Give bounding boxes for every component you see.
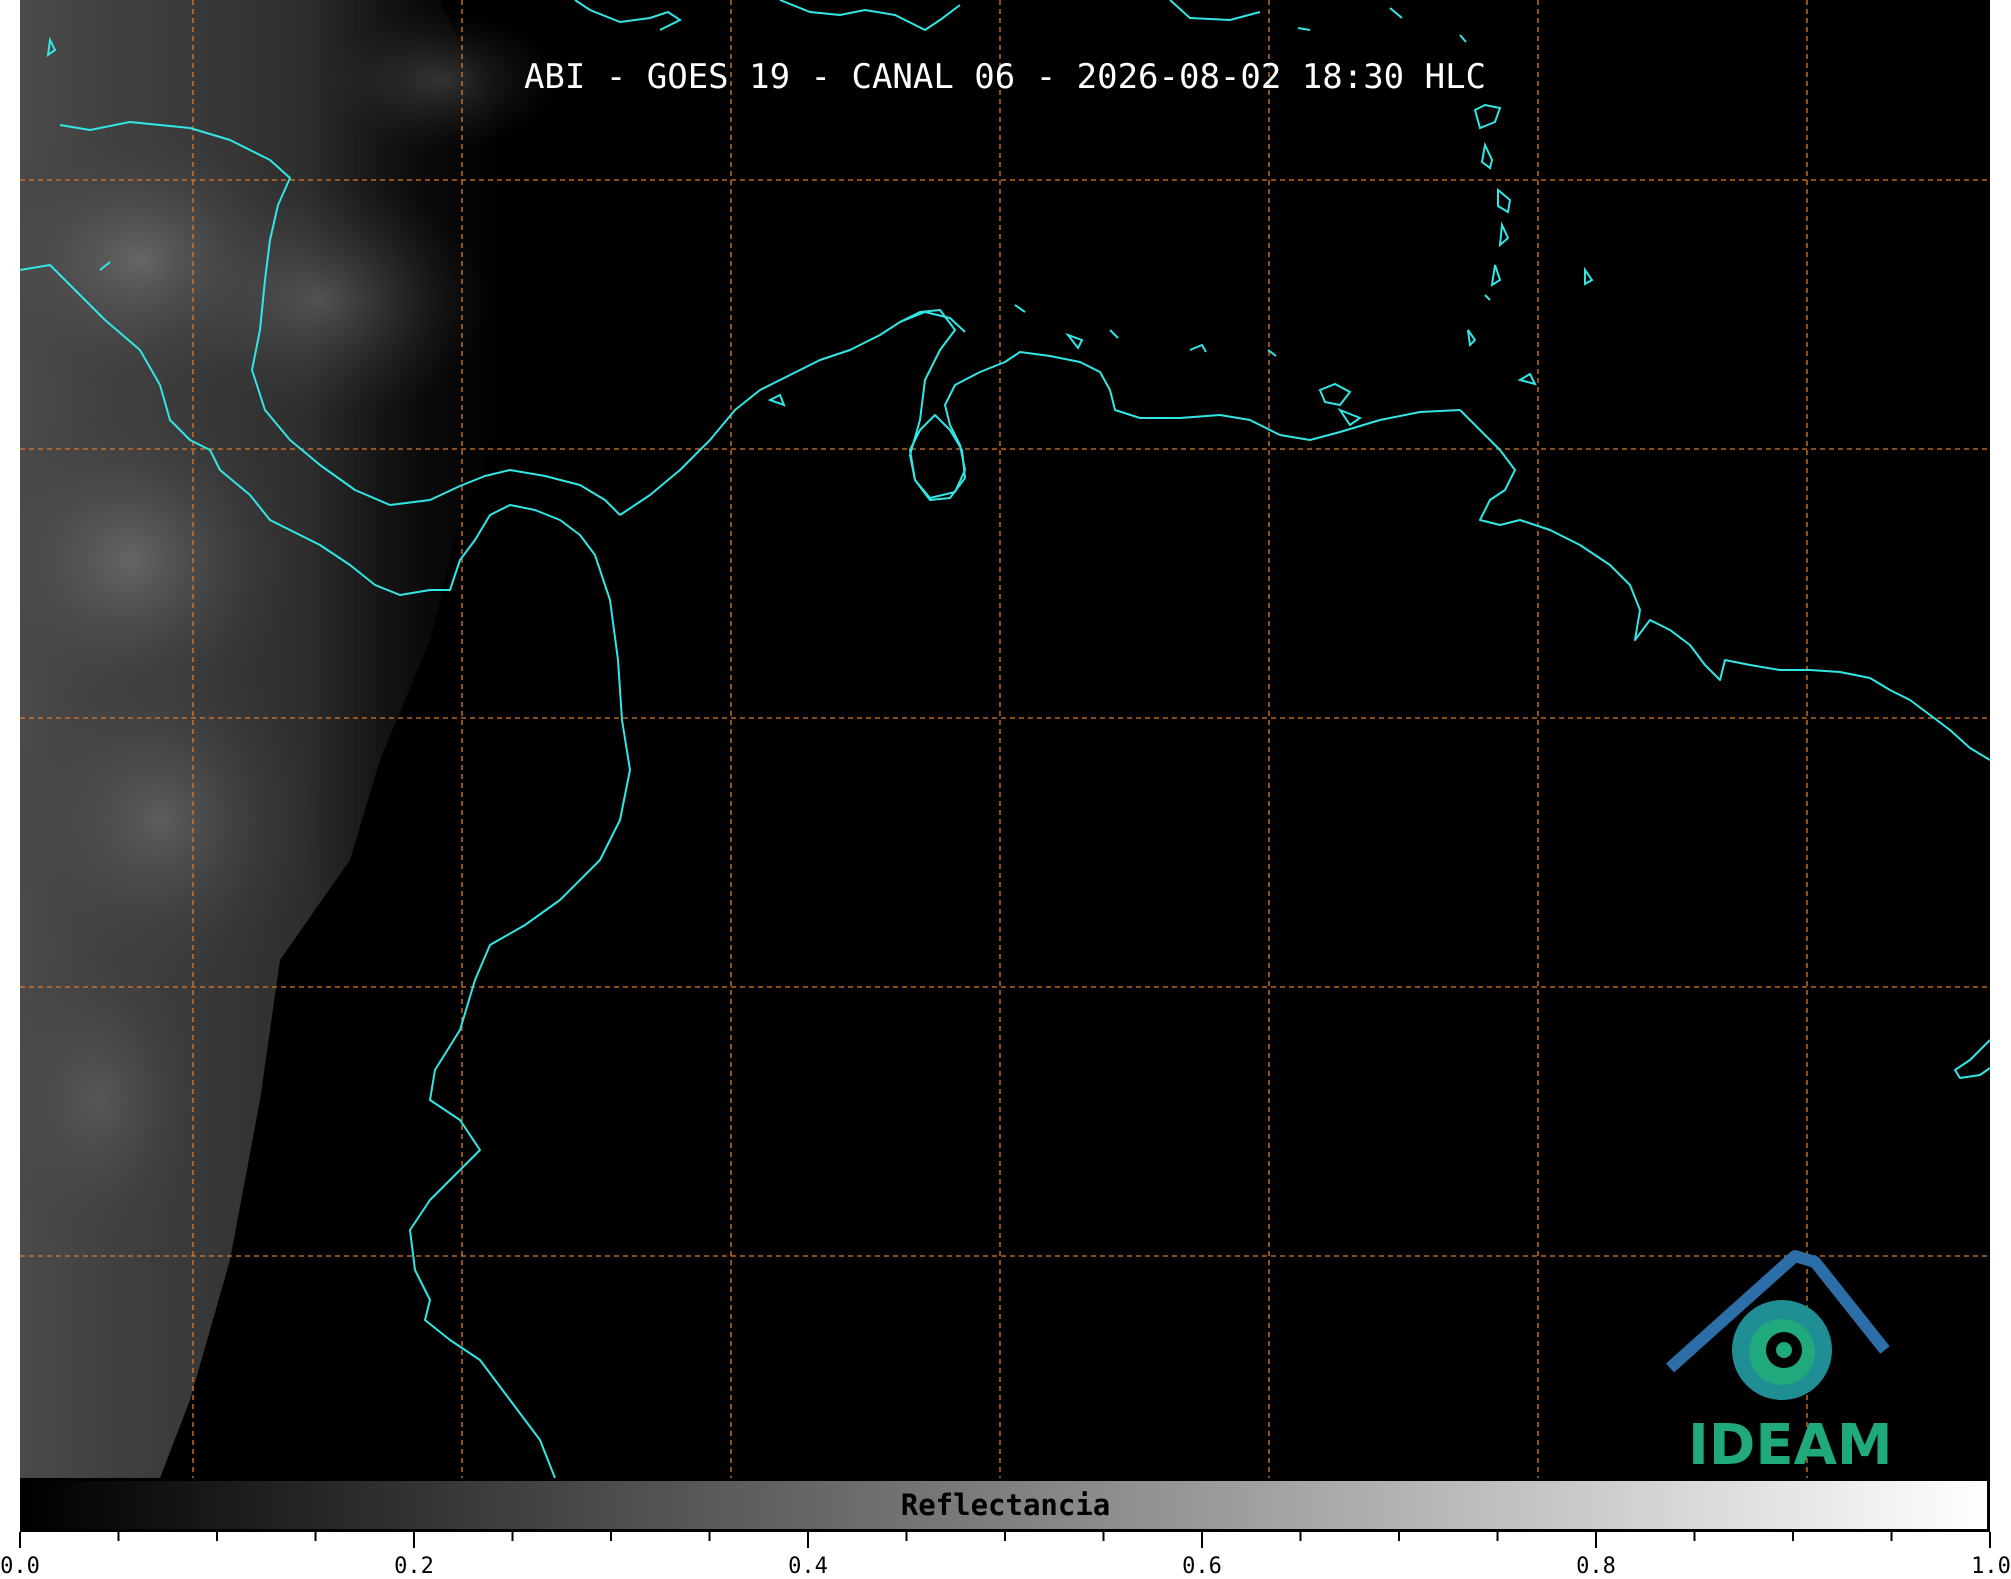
colorbar-tick-label: 0.6 <box>1182 1554 1222 1579</box>
colorbar-label: Reflectancia <box>900 1488 1111 1522</box>
ideam-logo: IDEAM <box>1665 1250 1893 1478</box>
colorbar-tick-label: 0.8 <box>1576 1554 1616 1579</box>
satellite-map: ABI - GOES 19 - CANAL 06 - 2026-08-02 18… <box>20 0 1990 1478</box>
ideam-logo-text: IDEAM <box>1688 1413 1893 1478</box>
map-canvas: ABI - GOES 19 - CANAL 06 - 2026-08-02 18… <box>20 0 1990 1478</box>
colorbar-tick-label: 0.0 <box>0 1554 40 1579</box>
map-title: ABI - GOES 19 - CANAL 06 - 2026-08-02 18… <box>524 57 1486 97</box>
colorbar-tick-label: 0.2 <box>394 1554 434 1579</box>
colorbar-tick-label: 1.0 <box>1971 1554 2011 1579</box>
colorbar-ticks <box>19 1532 1991 1548</box>
colorbar-tick-label: 0.4 <box>788 1554 828 1579</box>
